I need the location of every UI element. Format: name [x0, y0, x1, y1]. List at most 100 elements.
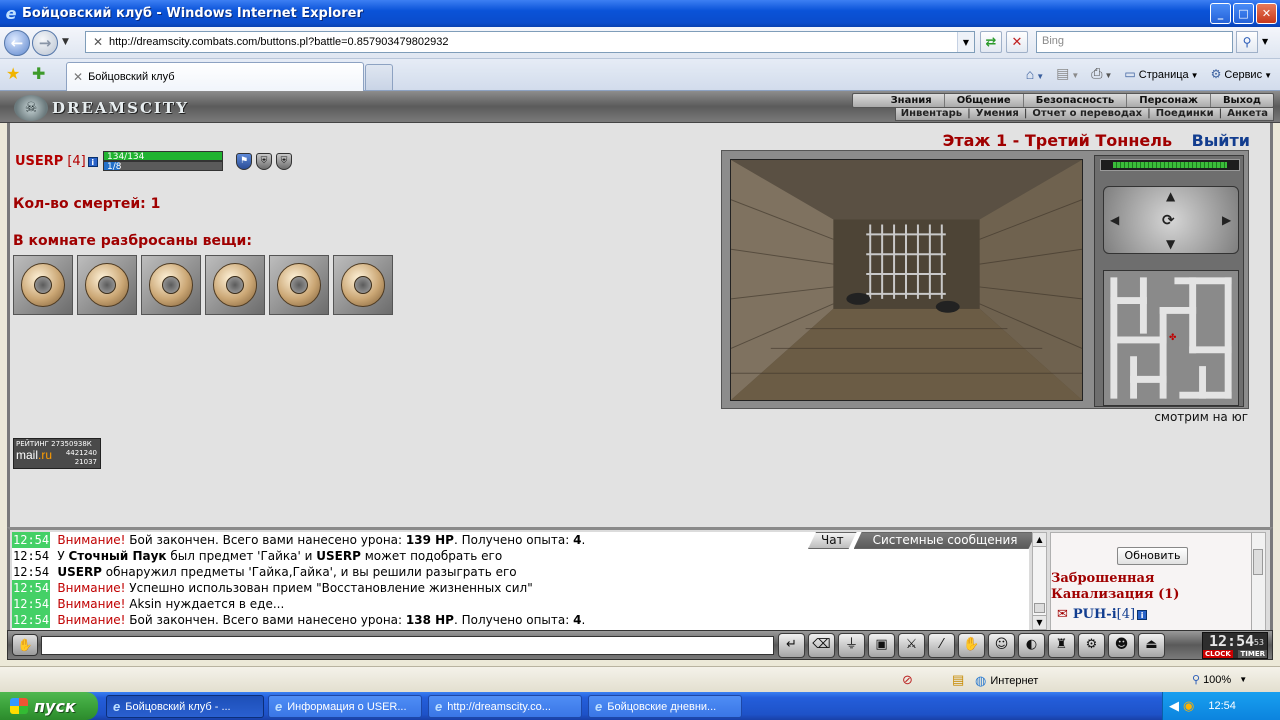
chat-input[interactable]: [41, 636, 774, 655]
friends-icon[interactable]: ☻: [1108, 633, 1135, 658]
security-zone[interactable]: ◍ Интернет: [975, 673, 1038, 689]
fight-icon[interactable]: ⚔: [898, 633, 925, 658]
room-user-row[interactable]: ✉ PUH-i [4] i: [1057, 607, 1148, 622]
start-button[interactable]: пуск: [0, 692, 98, 720]
menu-exit[interactable]: Выход: [1209, 94, 1273, 107]
refresh-view-icon[interactable]: ⟳: [1162, 211, 1175, 229]
back-button[interactable]: ←: [4, 30, 30, 56]
item-nut[interactable]: [205, 255, 265, 315]
tab-chat[interactable]: Чат: [808, 532, 857, 549]
turn-left-icon[interactable]: ◀: [1110, 213, 1119, 227]
menu-communication[interactable]: Общение: [943, 94, 1023, 107]
move-forward-icon[interactable]: ▲: [1166, 189, 1175, 203]
popup-blocker-icon[interactable]: ⊘: [902, 672, 913, 688]
shield-badge-icon[interactable]: ⛨: [256, 153, 272, 170]
search-input[interactable]: Bing: [1036, 31, 1233, 53]
address-url[interactable]: http://dreamscity.combats.com/buttons.pl…: [109, 36, 449, 48]
item-nut[interactable]: [77, 255, 137, 315]
favorites-star-icon[interactable]: ★: [6, 64, 20, 83]
print-icon[interactable]: ⎙ ▼: [1091, 65, 1112, 82]
send-icon[interactable]: ↵: [778, 633, 805, 658]
new-tab-button[interactable]: [365, 64, 393, 90]
player-info-icon[interactable]: i: [87, 156, 98, 167]
taskbar-item-user-info[interactable]: e Информация о USER...: [268, 695, 422, 718]
submenu-inventory[interactable]: Инвентарь: [896, 108, 967, 120]
chat-timestamp[interactable]: 12:54: [12, 532, 51, 548]
move-back-icon[interactable]: ▼: [1166, 237, 1175, 251]
tray-back-icon[interactable]: ◀: [1169, 698, 1179, 714]
tab-fight-club[interactable]: ✕ Бойцовский клуб: [66, 62, 364, 91]
scroll-down-icon[interactable]: ▼: [1033, 615, 1046, 629]
tray-app-icon[interactable]: ◉: [1183, 698, 1194, 714]
menu-security[interactable]: Безопасность: [1022, 94, 1127, 107]
taskbar-item-dreamscity[interactable]: e http://dreamscity.co...: [428, 695, 582, 718]
close-button[interactable]: ✕: [1256, 3, 1277, 24]
search-options-icon[interactable]: ▼: [1262, 37, 1268, 46]
item-nut[interactable]: [333, 255, 393, 315]
taskbar-item-diaries[interactable]: e Бойцовские дневни...: [588, 695, 742, 718]
submenu-battles[interactable]: Поединки: [1151, 108, 1219, 120]
forward-button[interactable]: →: [32, 30, 58, 56]
movement-compass[interactable]: ▲ ▼ ◀ ▶ ⟳: [1103, 186, 1239, 254]
item-nut[interactable]: [269, 255, 329, 315]
zoom-dropdown-icon[interactable]: ▼: [1239, 675, 1247, 684]
search-icon[interactable]: ⚲: [1236, 31, 1258, 53]
tray-clock[interactable]: 12:54: [1208, 700, 1236, 712]
minimize-button[interactable]: _: [1210, 3, 1231, 24]
player-name[interactable]: USERP: [15, 154, 63, 169]
scroll-thumb[interactable]: [1034, 603, 1045, 613]
address-dropdown-icon[interactable]: ▼: [957, 32, 974, 52]
menu-character[interactable]: Персонаж: [1126, 94, 1210, 107]
exit-icon[interactable]: ⏏: [1138, 633, 1165, 658]
submenu-transfers[interactable]: Отчет о переводах: [1027, 108, 1147, 120]
item-nut[interactable]: [13, 255, 73, 315]
room-refresh-button[interactable]: Обновить: [1117, 547, 1188, 565]
settings-icon[interactable]: ⚙: [1078, 633, 1105, 658]
chat-timestamp[interactable]: 12:54: [12, 548, 50, 564]
submenu-profile[interactable]: Анкета: [1222, 108, 1273, 120]
smiley-icon[interactable]: ☺: [988, 633, 1015, 658]
chat-scrollbar[interactable]: ▲ ▼: [1032, 532, 1047, 630]
submenu-skills[interactable]: Умения: [971, 108, 1024, 120]
clan-badge-icon[interactable]: ⚑: [236, 153, 252, 170]
address-bar[interactable]: ✕ http://dreamscity.combats.com/buttons.…: [85, 31, 975, 53]
taskbar-item-fight-club[interactable]: e Бойцовский клуб - ...: [106, 695, 264, 718]
chat-timestamp[interactable]: 12:54: [12, 580, 51, 596]
zoom-control[interactable]: ⚲ 100% ▼: [1192, 673, 1247, 687]
maximize-button[interactable]: □: [1233, 3, 1254, 24]
history-dropdown-icon[interactable]: ▼: [62, 37, 69, 47]
turn-right-icon[interactable]: ▶: [1222, 213, 1231, 227]
filter-icon[interactable]: ⏚: [838, 633, 865, 658]
service-menu[interactable]: ⚙ Сервис ▼: [1211, 67, 1272, 81]
chat-mode-icon[interactable]: ✋: [12, 634, 38, 656]
translit-icon[interactable]: ⁄: [928, 633, 955, 658]
menu-knowledge[interactable]: Знания: [853, 94, 944, 107]
save-icon[interactable]: ▣: [868, 633, 895, 658]
page-menu[interactable]: ▭ Страница ▼: [1124, 67, 1198, 81]
home-icon[interactable]: ⌂ ▼: [1026, 66, 1044, 82]
scroll-up-icon[interactable]: ▲: [1033, 533, 1046, 547]
tab-system-messages[interactable]: Системные сообщения: [854, 532, 1037, 549]
refresh-icon[interactable]: ⇄: [980, 31, 1002, 53]
chat-timestamp[interactable]: 12:54: [12, 596, 51, 612]
room-scrollbar[interactable]: [1251, 533, 1265, 631]
rating-counter[interactable]: РЕЙТИНГ 27350938К mail.ru 4421240 21037: [13, 438, 101, 469]
inventory-icon[interactable]: ♜: [1048, 633, 1075, 658]
feeds-icon[interactable]: ▤ ▼: [1056, 65, 1079, 82]
tab-title: Бойцовский клуб: [88, 71, 175, 83]
exit-link[interactable]: Выйти: [1192, 131, 1250, 150]
room-user-name[interactable]: PUH-i: [1073, 607, 1117, 622]
room-user-info-icon[interactable]: i: [1137, 609, 1148, 620]
hand-icon[interactable]: ✋: [958, 633, 985, 658]
item-nut[interactable]: [141, 255, 201, 315]
crest-badge-icon[interactable]: ⛨: [276, 153, 292, 170]
add-favorite-icon[interactable]: ✚: [32, 64, 45, 83]
protected-mode-icon[interactable]: ▤: [952, 672, 964, 688]
clear-icon[interactable]: ⌫: [808, 633, 835, 658]
color-icon[interactable]: ◐: [1018, 633, 1045, 658]
private-message-icon[interactable]: ✉: [1057, 607, 1068, 622]
chat-timestamp[interactable]: 12:54: [12, 612, 51, 628]
ie-icon: e: [275, 699, 283, 714]
stop-icon[interactable]: ✕: [1006, 31, 1028, 53]
chat-timestamp[interactable]: 12:54: [12, 564, 50, 580]
